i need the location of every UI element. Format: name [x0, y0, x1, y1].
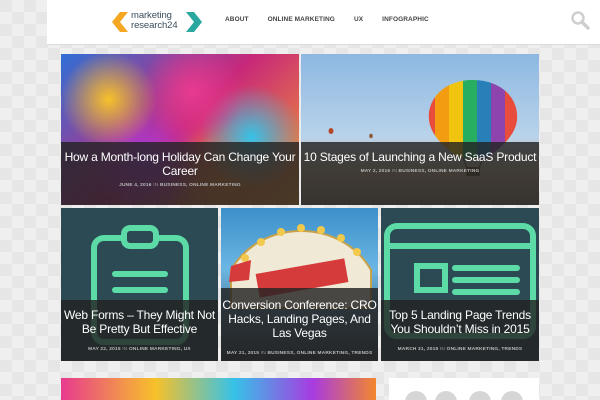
- post-overlay: Conversion Conference: CRO Hacks, Landin…: [221, 288, 378, 361]
- post-overlay: Top 5 Landing Page Trends You Shouldn’t …: [381, 300, 539, 361]
- post-meta: JUNE 4, 2016 IN BUSINESS, ONLINE MARKETI…: [61, 183, 299, 188]
- post-categories[interactable]: BUSINESS, ONLINE MARKETING, TRENDS: [267, 351, 372, 356]
- post-categories[interactable]: ONLINE MARKETING, TRENDS: [447, 347, 523, 352]
- post-title[interactable]: 10 Stages of Launching a New SaaS Produc…: [301, 150, 539, 164]
- post-overlay: How a Month-long Holiday Can Change Your…: [61, 142, 299, 205]
- site-header: marketing research24 ABOUT ONLINE MARKET…: [47, 0, 600, 45]
- search-icon: [571, 11, 590, 30]
- post-categories[interactable]: BUSINESS, ONLINE MARKETING: [160, 183, 241, 188]
- post-meta: MAY 21, 2015 IN BUSINESS, ONLINE MARKETI…: [221, 351, 378, 356]
- social-icon[interactable]: [501, 391, 523, 400]
- nav-infographic[interactable]: INFOGRAPHIC: [382, 16, 429, 23]
- post-overlay: Web Forms – They Might Not Be Pretty But…: [61, 300, 218, 361]
- post-card[interactable]: 10 Stages of Launching a New SaaS Produc…: [301, 54, 539, 205]
- social-icon[interactable]: [469, 391, 491, 400]
- post-meta-in: IN: [153, 183, 159, 188]
- social-icon[interactable]: [435, 391, 457, 400]
- logo-line-2: research24: [131, 20, 178, 31]
- post-categories[interactable]: BUSINESS, ONLINE MARKETING: [399, 169, 480, 174]
- logo-right-chevron-icon: [186, 12, 202, 32]
- nav-online-marketing[interactable]: ONLINE MARKETING: [268, 16, 335, 23]
- post-date: MARCH 31, 2015: [397, 347, 439, 352]
- post-card[interactable]: Conversion Conference: CRO Hacks, Landin…: [221, 208, 378, 361]
- nav-about[interactable]: ABOUT: [225, 16, 249, 23]
- post-title[interactable]: Web Forms – They Might Not Be Pretty But…: [61, 308, 218, 336]
- post-meta-in: IN: [391, 169, 397, 174]
- site-logo[interactable]: marketing research24: [112, 10, 207, 34]
- post-date: MAY 2, 2016: [360, 169, 391, 174]
- post-categories[interactable]: ONLINE MARKETING, UX: [129, 347, 191, 352]
- search-button[interactable]: [570, 10, 590, 30]
- post-overlay: 10 Stages of Launching a New SaaS Produc…: [301, 142, 539, 205]
- post-date: MAY 22, 2015: [88, 347, 121, 352]
- post-title[interactable]: Conversion Conference: CRO Hacks, Landin…: [221, 298, 378, 340]
- sidebar-social-widget: [389, 378, 539, 400]
- post-date: JUNE 4, 2016: [119, 183, 152, 188]
- post-card[interactable]: Web Forms – They Might Not Be Pretty But…: [61, 208, 218, 361]
- post-card[interactable]: How a Month-long Holiday Can Change Your…: [61, 54, 299, 205]
- main-nav: ABOUT ONLINE MARKETING UX INFOGRAPHIC: [225, 16, 448, 23]
- post-meta: MAY 22, 2015 IN ONLINE MARKETING, UX: [61, 347, 218, 352]
- post-meta: MAY 2, 2016 IN BUSINESS, ONLINE MARKETIN…: [301, 169, 539, 174]
- post-date: MAY 21, 2015: [226, 351, 260, 356]
- social-icon[interactable]: [405, 391, 427, 400]
- post-meta: MARCH 31, 2015 IN ONLINE MARKETING, TREN…: [381, 347, 539, 352]
- post-meta-in: IN: [122, 347, 128, 352]
- post-meta-in: IN: [439, 347, 446, 352]
- logo-left-chevron-icon: [112, 12, 128, 32]
- post-title[interactable]: Top 5 Landing Page Trends You Shouldn’t …: [381, 308, 539, 336]
- post-meta-in: IN: [260, 351, 266, 356]
- featured-post-image[interactable]: [61, 378, 376, 400]
- nav-ux[interactable]: UX: [354, 16, 363, 23]
- logo-text: marketing research24: [131, 11, 191, 31]
- post-card[interactable]: Top 5 Landing Page Trends You Shouldn’t …: [381, 208, 539, 361]
- post-title[interactable]: How a Month-long Holiday Can Change Your…: [61, 150, 299, 178]
